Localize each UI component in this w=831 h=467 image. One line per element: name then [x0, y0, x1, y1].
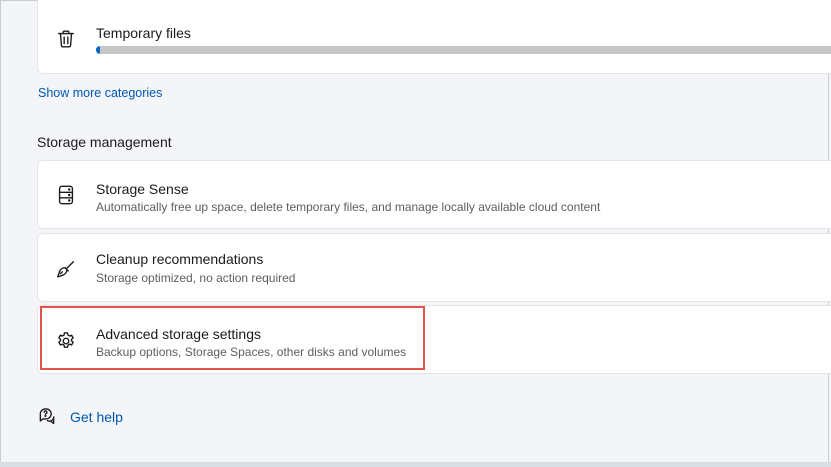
storage-sense-card[interactable]: Storage Sense Automatically free up spac… [37, 160, 831, 229]
storage-sense-description: Automatically free up space, delete temp… [96, 200, 601, 214]
advanced-storage-settings-title: Advanced storage settings [96, 326, 261, 342]
storage-management-header: Storage management [37, 134, 172, 150]
cleanup-recommendations-card[interactable]: Cleanup recommendations Storage optimize… [37, 233, 831, 302]
broom-icon [54, 258, 78, 282]
gear-icon [54, 329, 78, 353]
temporary-files-usage-fill [96, 46, 101, 54]
advanced-storage-settings-card[interactable]: Advanced storage settings Backup options… [37, 305, 831, 374]
show-more-categories-link[interactable]: Show more categories [38, 86, 162, 100]
help-icon[interactable] [37, 406, 57, 426]
cleanup-recommendations-status: Storage optimized, no action required [96, 271, 296, 285]
cleanup-recommendations-title: Cleanup recommendations [96, 251, 264, 267]
temporary-files-label: Temporary files [96, 25, 191, 41]
window-bottom-edge [0, 462, 831, 467]
settings-page: Temporary files Show more categories Sto… [0, 0, 831, 465]
storage-sense-title: Storage Sense [96, 181, 189, 197]
advanced-storage-settings-description: Backup options, Storage Spaces, other di… [96, 345, 407, 359]
temporary-files-usage-bar [96, 46, 831, 54]
trash-icon [54, 27, 78, 51]
storage-sense-icon [54, 183, 78, 207]
temporary-files-card[interactable]: Temporary files [37, 0, 831, 74]
get-help-link[interactable]: Get help [70, 409, 123, 425]
